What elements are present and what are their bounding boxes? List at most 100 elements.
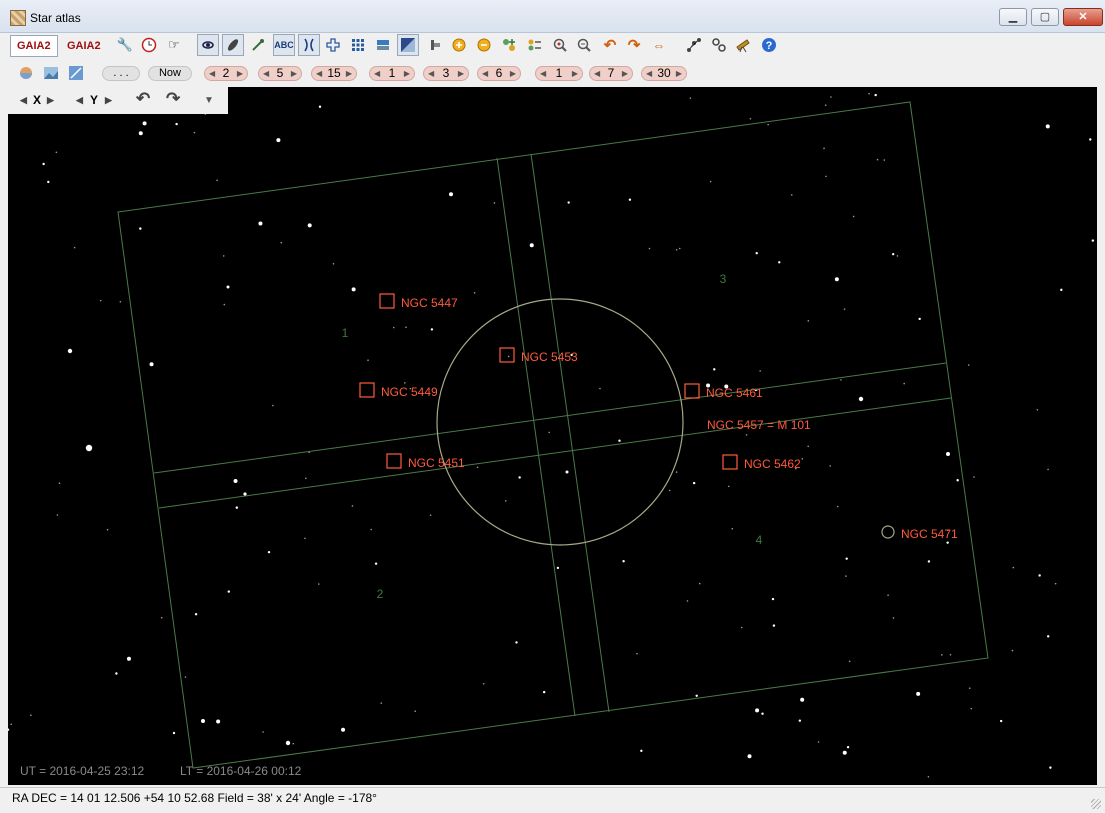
chevron-down-icon[interactable]: ▼ [204, 95, 214, 106]
step-increase-icon[interactable]: ▶ [510, 67, 516, 80]
star [115, 672, 118, 675]
quadrant-label: 2 [377, 587, 384, 601]
redo-button[interactable]: ↷ [623, 34, 645, 56]
text-label-button[interactable]: ABC [273, 34, 295, 56]
star [414, 710, 417, 713]
pointer-button[interactable]: ☞ [163, 34, 185, 56]
step-increase-icon[interactable]: ▶ [237, 67, 243, 80]
hand-pointer-icon: ☞ [168, 37, 180, 52]
undo-button[interactable]: ↶ [599, 34, 621, 56]
star [675, 248, 678, 251]
flip-button[interactable]: ⇔ [648, 34, 670, 56]
list-button[interactable] [524, 34, 546, 56]
rotate-right-icon[interactable]: ↷ [166, 89, 180, 109]
star [824, 104, 827, 106]
milkyway-button[interactable] [397, 34, 419, 56]
scale-button[interactable] [424, 34, 446, 56]
close-button[interactable]: ✕ [1063, 8, 1103, 26]
grid-button[interactable] [347, 34, 369, 56]
catalog-gaia2-button-2[interactable]: GAIA2 [60, 35, 108, 57]
clock-button[interactable] [138, 34, 160, 56]
quadrant-label: 1 [342, 326, 349, 340]
star [801, 458, 804, 460]
step-increase-icon[interactable]: ▶ [404, 67, 410, 80]
now-button[interactable]: Now [148, 66, 192, 81]
star [876, 158, 879, 161]
ut-time: UT = 2016-04-25 23:12 [20, 764, 145, 778]
settings-button[interactable] [708, 34, 730, 56]
catalog-gaia2-button-1[interactable]: GAIA2 [10, 35, 58, 57]
star [227, 590, 231, 593]
find-button[interactable] [549, 34, 571, 56]
star [1060, 288, 1063, 292]
star [883, 159, 886, 161]
rotate-left-icon[interactable]: ↶ [136, 89, 150, 109]
x-decrease-icon[interactable]: ◀ [20, 95, 27, 106]
star [85, 444, 93, 452]
star [1091, 239, 1095, 242]
star [307, 223, 312, 228]
step-control-5[interactable]: ◀ 3 ▶ [423, 66, 469, 81]
step-increase-icon[interactable]: ▶ [291, 67, 297, 80]
star [745, 434, 748, 436]
step-increase-icon[interactable]: ▶ [458, 67, 464, 80]
zoom-out-button[interactable] [473, 34, 495, 56]
resize-grip-icon[interactable] [1091, 799, 1101, 809]
star [755, 708, 760, 713]
minimize-icon: ▁ [1008, 11, 1018, 23]
star [226, 285, 230, 289]
crosshair-button[interactable] [322, 34, 344, 56]
step-control-1[interactable]: ◀ 2 ▶ [204, 66, 248, 81]
minimize-button[interactable]: ▁ [999, 8, 1027, 26]
add-marker-icon [503, 39, 515, 51]
window-title: Star atlas [30, 11, 81, 25]
step-control-8[interactable]: ◀ 7 ▶ [589, 66, 633, 81]
satellite-button[interactable] [65, 62, 87, 84]
galaxy-marker [881, 525, 895, 539]
y-decrease-icon[interactable]: ◀ [76, 95, 83, 106]
star [149, 362, 154, 367]
galaxy-button[interactable] [197, 34, 219, 56]
step-control-6[interactable]: ◀ 6 ▶ [477, 66, 521, 81]
star [493, 202, 496, 204]
satellite-icon [69, 66, 83, 80]
step-control-3[interactable]: ◀ 15 ▶ [311, 66, 357, 81]
object-label: NGC 5462 [744, 457, 801, 471]
star [830, 96, 832, 98]
star [858, 396, 864, 402]
nebula-button[interactable] [222, 34, 244, 56]
step-increase-icon[interactable]: ▶ [622, 67, 628, 80]
star [747, 754, 752, 759]
star [223, 303, 226, 306]
step-increase-icon[interactable]: ▶ [572, 67, 578, 80]
step-control-2[interactable]: ◀ 5 ▶ [258, 66, 302, 81]
add-marker-button[interactable] [498, 34, 520, 56]
more-button[interactable]: . . . [102, 66, 140, 81]
planet-button[interactable] [15, 62, 37, 84]
step-control-7[interactable]: ◀ 1 ▶ [535, 66, 583, 81]
maximize-button[interactable]: ▢ [1031, 8, 1059, 26]
step-control-4[interactable]: ◀ 1 ▶ [369, 66, 415, 81]
zoom-in-button[interactable] [448, 34, 470, 56]
star [184, 676, 187, 678]
star [970, 707, 973, 710]
help-button[interactable]: ? [758, 34, 780, 56]
comet-button[interactable] [247, 34, 269, 56]
y-increase-icon[interactable]: ▶ [105, 95, 112, 106]
image-button[interactable] [40, 62, 62, 84]
x-increase-icon[interactable]: ▶ [47, 95, 54, 106]
step-control-9[interactable]: ◀ 30 ▶ [641, 66, 687, 81]
step-increase-icon[interactable]: ▶ [346, 67, 352, 80]
constellation-button[interactable] [298, 34, 320, 56]
horizon-button[interactable] [372, 34, 394, 56]
unzoom-button[interactable] [573, 34, 595, 56]
step-increase-icon[interactable]: ▶ [676, 67, 682, 80]
star [119, 300, 122, 303]
grid-icon [352, 39, 364, 51]
star [874, 93, 877, 97]
chart-link-button[interactable] [683, 34, 705, 56]
sky-chart[interactable]: 1 2 3 4 NGC 5447 NGC 5453 NGC 5449 NGC 5461 NGC … [8, 87, 1097, 785]
telescope-button[interactable] [732, 34, 754, 56]
tools-button[interactable]: 🔧 [114, 34, 136, 56]
star [1047, 468, 1049, 471]
